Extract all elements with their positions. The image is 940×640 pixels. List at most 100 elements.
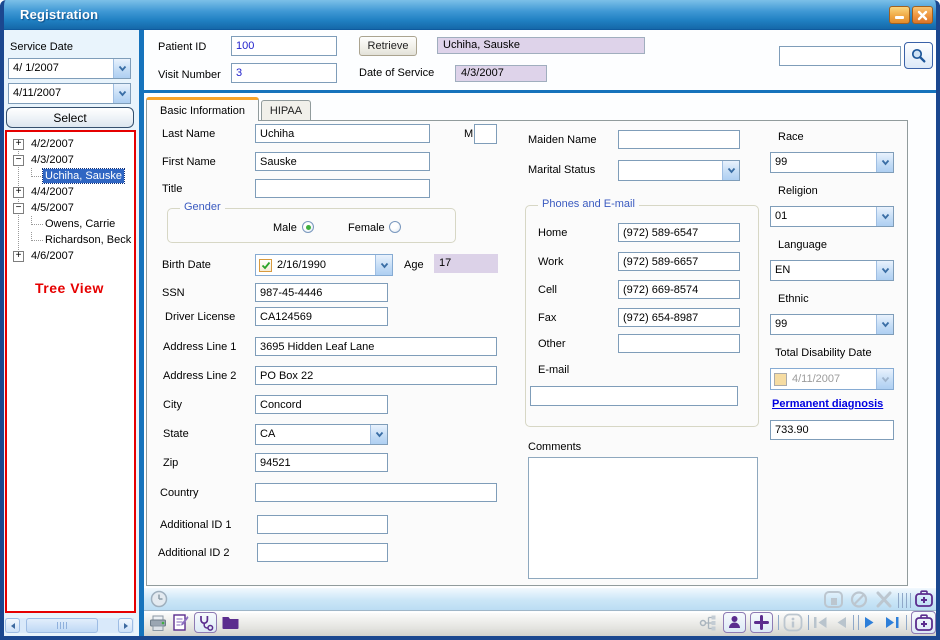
tree-branch-line (31, 232, 43, 241)
minimize-button[interactable] (889, 6, 910, 24)
other-phone-input[interactable] (618, 334, 740, 353)
first-aid-button[interactable] (911, 611, 936, 634)
birth-date-picker[interactable]: 2/16/1990 (255, 254, 393, 276)
previous-record-icon[interactable] (835, 616, 847, 629)
tree-node-date[interactable]: 4/2/2007 (7, 136, 76, 152)
scroll-left-button[interactable] (5, 618, 20, 633)
tree-node-date[interactable]: 4/5/2007 (7, 200, 76, 216)
chevron-down-icon[interactable] (375, 255, 392, 275)
last-record-icon[interactable] (885, 616, 900, 629)
diagnosis-code-input[interactable] (770, 420, 894, 440)
cell-phone-input[interactable] (618, 280, 740, 299)
marital-status-dropdown[interactable] (618, 160, 740, 181)
address-line1-label: Address Line 1 (163, 341, 236, 353)
work-phone-label: Work (538, 256, 563, 268)
tab-hipaa[interactable]: HIPAA (261, 100, 311, 121)
first-aid-icon[interactable] (914, 589, 934, 608)
permanent-diagnosis-link[interactable]: Permanent diagnosis (772, 398, 883, 410)
mi-input[interactable] (474, 124, 497, 144)
print-icon[interactable] (149, 615, 167, 632)
edit-document-icon[interactable] (172, 613, 190, 633)
tree-node-patient-selected[interactable]: Uchiha, Sauske (7, 168, 124, 184)
service-date-to-dropdown[interactable]: 4/11/2007 (8, 83, 131, 104)
cell-phone-label: Cell (538, 284, 557, 296)
stethoscope-button[interactable] (194, 612, 217, 633)
additional-id2-input[interactable] (257, 543, 388, 562)
email-input[interactable] (530, 386, 738, 406)
city-input[interactable] (255, 395, 388, 414)
chevron-down-icon[interactable] (876, 315, 893, 334)
comments-textarea[interactable] (528, 457, 758, 579)
title-input[interactable] (255, 179, 430, 198)
female-radio[interactable] (389, 221, 401, 233)
fax-input[interactable] (618, 308, 740, 327)
last-name-input[interactable] (255, 124, 430, 143)
select-button[interactable]: Select (6, 107, 134, 128)
chevron-down-icon[interactable] (876, 369, 893, 389)
patient-name-display: Uchiha, Sauske (437, 37, 645, 54)
language-dropdown[interactable]: EN (770, 260, 894, 281)
first-name-input[interactable] (255, 152, 430, 171)
maiden-name-input[interactable] (618, 130, 740, 149)
first-record-icon[interactable] (813, 616, 828, 629)
expand-icon[interactable] (13, 187, 24, 198)
retrieve-button[interactable]: Retrieve (359, 36, 417, 56)
next-record-icon[interactable] (864, 616, 876, 629)
tree-node-patient[interactable]: Owens, Carrie (7, 216, 117, 232)
male-radio[interactable] (302, 221, 314, 233)
chevron-down-icon[interactable] (113, 59, 130, 78)
ethnic-dropdown[interactable]: 99 (770, 314, 894, 335)
add-record-button[interactable] (750, 612, 773, 633)
cancel-icon (849, 591, 869, 608)
tree-node-date[interactable]: 4/6/2007 (7, 248, 76, 264)
additional-id1-input[interactable] (257, 515, 388, 534)
address-line2-input[interactable] (255, 366, 497, 385)
total-disability-date-picker[interactable]: 4/11/2007 (770, 368, 894, 390)
work-phone-input[interactable] (618, 252, 740, 271)
tree-node-date[interactable]: 4/3/2007 (7, 152, 76, 168)
total-disability-checkbox[interactable] (774, 373, 787, 386)
address-line1-input[interactable] (255, 337, 497, 356)
chevron-down-icon[interactable] (722, 161, 739, 180)
folder-icon[interactable] (221, 614, 240, 630)
expand-icon[interactable] (13, 251, 24, 262)
maiden-name-label: Maiden Name (528, 134, 596, 146)
collapse-icon[interactable] (13, 203, 24, 214)
sidebar-hscrollbar[interactable] (5, 618, 134, 633)
chevron-down-icon[interactable] (370, 425, 387, 444)
race-dropdown[interactable]: 99 (770, 152, 894, 173)
tab-basic-information[interactable]: Basic Information (146, 97, 259, 121)
tree-node-patient[interactable]: Richardson, Beck (7, 232, 133, 248)
scroll-right-button[interactable] (118, 618, 133, 633)
search-input[interactable] (779, 46, 901, 66)
close-button[interactable] (912, 6, 933, 24)
zip-input[interactable] (255, 453, 388, 472)
chevron-down-icon[interactable] (876, 261, 893, 280)
tree-node-date[interactable]: 4/4/2007 (7, 184, 76, 200)
service-date-from-dropdown[interactable]: 4/ 1/2007 (8, 58, 131, 79)
driver-license-input[interactable] (255, 307, 388, 326)
country-input[interactable] (255, 483, 497, 502)
birth-date-checkbox[interactable] (259, 259, 272, 272)
scrollbar-thumb[interactable] (26, 618, 98, 633)
visit-number-input[interactable] (231, 63, 337, 83)
status-bar (144, 587, 936, 611)
total-disability-date-label: Total Disability Date (775, 347, 872, 359)
chevron-down-icon[interactable] (876, 207, 893, 226)
state-dropdown[interactable]: CA (255, 424, 388, 445)
expand-icon[interactable] (13, 139, 24, 150)
org-tree-icon[interactable] (699, 614, 718, 632)
collapse-icon[interactable] (13, 155, 24, 166)
religion-dropdown[interactable]: 01 (770, 206, 894, 227)
patient-id-input[interactable] (231, 36, 337, 56)
search-button[interactable] (904, 42, 933, 69)
person-button[interactable] (723, 612, 746, 633)
chevron-down-icon[interactable] (113, 84, 130, 103)
home-phone-input[interactable] (618, 223, 740, 242)
ssn-input[interactable] (255, 283, 388, 302)
title-bar: Registration (0, 0, 940, 30)
tree-view-annotation: Tree View (35, 280, 104, 296)
chevron-down-icon[interactable] (876, 153, 893, 172)
male-label: Male (273, 222, 297, 234)
religion-label: Religion (778, 185, 818, 197)
